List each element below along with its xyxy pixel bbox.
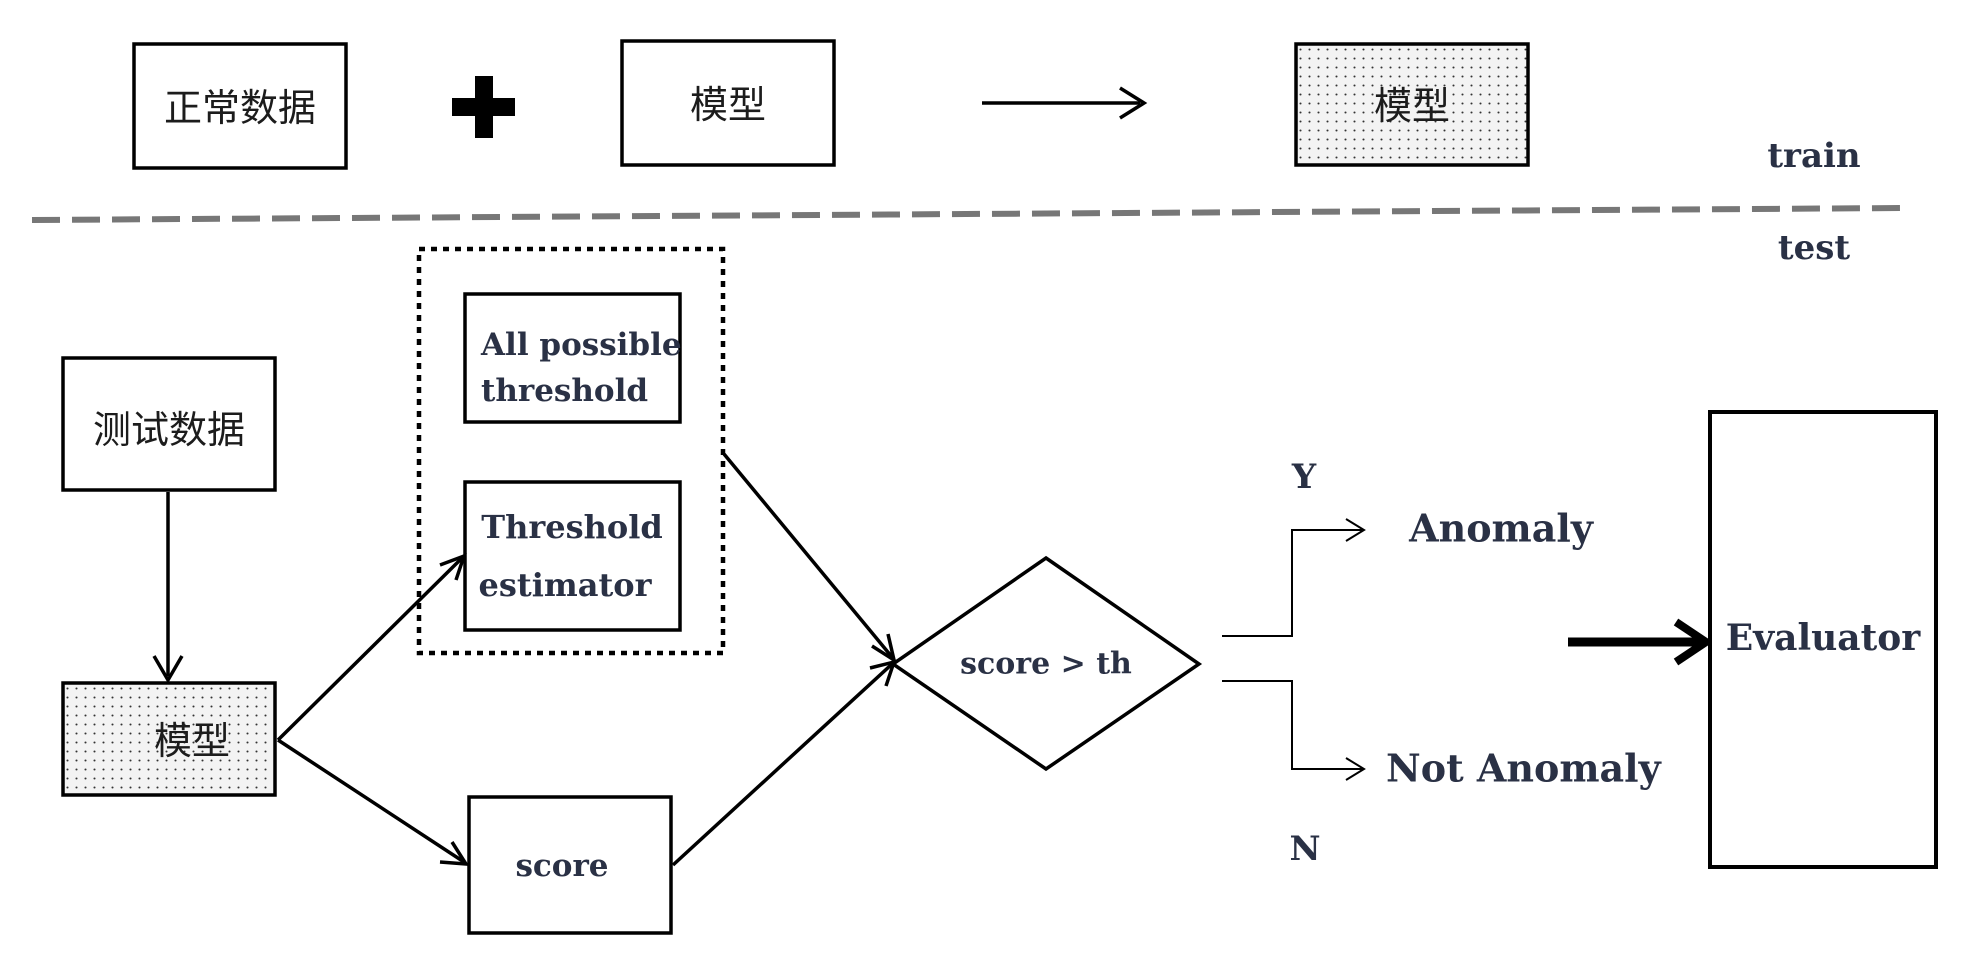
evaluator-label: Evaluator	[1726, 617, 1922, 659]
threshold-to-decision-arrow	[722, 452, 897, 664]
score-label: score	[515, 848, 608, 884]
trained-model-label: 模型	[1374, 84, 1450, 128]
decision-label: score > th	[960, 647, 1132, 682]
score-to-decision-arrow	[671, 659, 897, 867]
test-data-arrow	[152, 492, 184, 684]
test-phase-label: test	[1778, 228, 1850, 268]
threshold-estimator-box	[463, 480, 682, 632]
threshold-estimator-line1: Threshold	[481, 508, 662, 546]
train-phase-label: train	[1767, 136, 1860, 176]
pipeline-diagram: 正常数据 模型 模型 train test 测试数据 模型 All possib…	[31, 39, 1938, 935]
to-evaluator-arrow	[1568, 618, 1714, 666]
test-model-label: 模型	[154, 719, 230, 763]
train-section: 正常数据 模型 模型 train	[132, 39, 1861, 176]
yes-branch-connector	[1222, 518, 1366, 637]
threshold-estimator-line2: estimator	[479, 566, 653, 604]
test-section: test 测试数据 模型 All possible threshold Thre…	[61, 228, 1938, 935]
no-branch-connector	[1222, 680, 1366, 781]
plus-icon	[452, 76, 515, 138]
train-arrow	[982, 86, 1148, 120]
model-to-score-arrow	[277, 738, 470, 867]
test-data-label: 测试数据	[93, 408, 245, 452]
not-anomaly-label: Not Anomaly	[1386, 746, 1662, 791]
yes-label: Y	[1291, 457, 1317, 497]
no-label: N	[1289, 829, 1320, 869]
all-possible-threshold-line1: All possible	[480, 327, 682, 363]
phase-divider	[31, 205, 1907, 223]
all-possible-threshold-line2: threshold	[481, 373, 648, 409]
normal-data-label: 正常数据	[164, 86, 316, 130]
model-label: 模型	[690, 83, 766, 127]
anomaly-label: Anomaly	[1408, 506, 1594, 551]
model-to-estimator-arrow	[276, 553, 467, 742]
